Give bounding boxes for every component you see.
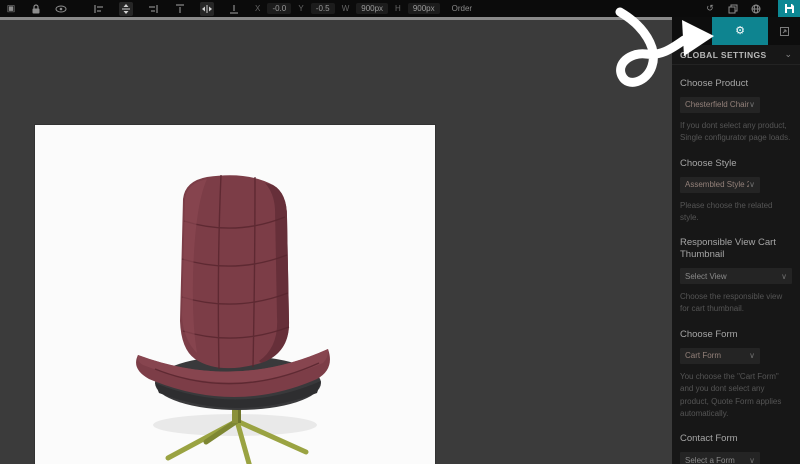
helper-cart-thumbnail: Choose the responsible view for cart thu… [680,291,792,316]
duplicate-icon[interactable] [726,2,740,16]
section-title-cart-thumbnail: Responsible View Cart Thumbnail [680,237,792,261]
editor-window: ▣ [0,0,800,464]
dropdown-value: Chesterfield Chair [685,100,749,109]
gear-button[interactable]: ⚙ [712,16,768,45]
helper-choose-form: You choose the "Cart Form" and you dont … [680,371,792,421]
dropdown-value: Assembled Style 2 [685,180,749,189]
width-field-label: W [342,4,350,13]
align-top-icon[interactable] [173,2,187,16]
height-field-label: H [395,4,401,13]
globe-icon[interactable] [749,2,763,16]
align-bottom-icon[interactable] [227,2,241,16]
chevron-down-icon: ⌄ [784,49,792,60]
distribute-horizontal-icon[interactable] [200,2,214,16]
dropdown-value: Cart Form [685,351,721,360]
floppy-icon [784,3,795,14]
section-title-choose-form: Choose Form [680,329,792,341]
dropdown-value: Select a Form [685,456,735,464]
helper-choose-product: If you dont select any product, Single c… [680,120,792,145]
y-field-value[interactable]: -0.5 [311,3,335,14]
chevron-down-icon: ∨ [749,100,755,109]
dropdown-choose-product[interactable]: Chesterfield Chair ∨ [680,97,760,113]
canvas-top-ruler-line [0,17,672,20]
chevron-down-icon: ∨ [749,456,755,464]
save-button[interactable] [778,0,800,17]
detach-panel-icon[interactable] [779,24,790,42]
section-title-contact-form: Contact Form [680,433,792,445]
order-button[interactable]: Order [452,4,472,13]
panel-body: Choose Product Chesterfield Chair ∨ If y… [672,78,800,464]
x-field-label: X [255,4,260,13]
helper-choose-style: Please choose the related style. [680,200,792,225]
width-field-value[interactable]: 900px [356,3,388,14]
dropdown-choose-form[interactable]: Cart Form ∨ [680,348,760,364]
align-left-icon[interactable] [92,2,106,16]
panel-toolbar: ⚙ [672,16,800,45]
panel-header-label: GLOBAL SETTINGS [680,50,767,60]
align-right-icon[interactable] [146,2,160,16]
design-canvas[interactable] [0,20,672,464]
dropdown-contact-form[interactable]: Select a Form ∨ [680,452,760,464]
dropdown-value: Select View [685,272,727,281]
section-title-choose-style: Choose Style [680,158,792,170]
distribute-vertical-icon[interactable] [119,2,133,16]
history-icon[interactable]: ↺ [703,2,717,16]
chevron-down-icon: ∨ [749,351,755,360]
chair-render[interactable] [35,125,435,464]
lock-icon[interactable] [29,2,43,16]
x-field-value[interactable]: -0.0 [267,3,291,14]
panel-header-global-settings[interactable]: GLOBAL SETTINGS ⌄ [672,45,800,65]
dropdown-choose-style[interactable]: Assembled Style 2 ∨ [680,177,760,193]
component-icon[interactable]: ▣ [4,2,18,16]
y-field-label: Y [298,4,303,13]
top-toolbar: ▣ [0,0,800,17]
dropdown-cart-thumbnail-view[interactable]: Select View ∨ [680,268,792,284]
height-field-value[interactable]: 900px [408,3,440,14]
eye-icon[interactable] [54,2,68,16]
artboard[interactable] [35,125,435,464]
chevron-down-icon: ∨ [749,180,755,189]
gear-icon: ⚙ [735,24,745,37]
chevron-down-icon: ∨ [781,272,787,281]
section-title-choose-product: Choose Product [680,78,792,90]
settings-panel: ⚙ GLOBAL SETTINGS ⌄ Choose Product Chest… [672,16,800,464]
